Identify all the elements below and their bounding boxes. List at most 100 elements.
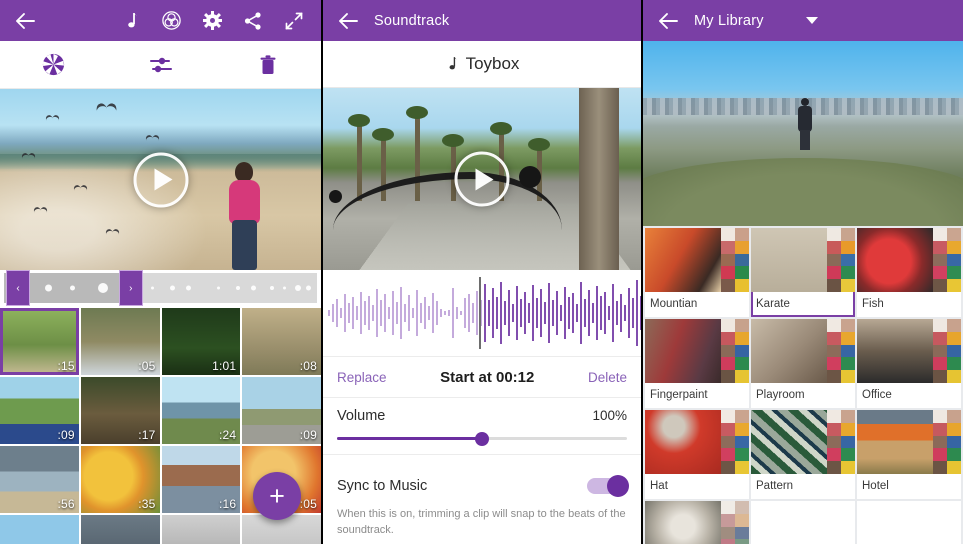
- volume-label: Volume: [337, 407, 386, 424]
- soundtrack-appbar: Soundtrack: [323, 0, 641, 41]
- library-hero-image[interactable]: [643, 41, 963, 226]
- clip-thumbnail[interactable]: [161, 515, 241, 544]
- library-thumbnail: [751, 228, 855, 292]
- clip-thumbnail[interactable]: [0, 515, 79, 544]
- clip-thumbnail[interactable]: [80, 515, 160, 544]
- delete-button[interactable]: Delete: [588, 370, 627, 385]
- audio-playhead[interactable]: [478, 277, 481, 349]
- library-item[interactable]: Hat: [645, 410, 749, 499]
- color-checker-icon: [721, 319, 749, 383]
- trash-icon[interactable]: [255, 52, 281, 78]
- clip-thumbnail[interactable]: :05: [80, 308, 160, 375]
- page-title: My Library: [694, 12, 764, 29]
- timeline-scrubber[interactable]: ‹ ›: [0, 270, 321, 306]
- editor-actions: [119, 10, 311, 32]
- color-checker-icon: [827, 410, 855, 474]
- bird-icon: [97, 103, 117, 114]
- color-wheel-icon[interactable]: [160, 10, 182, 32]
- video-preview[interactable]: [323, 88, 641, 270]
- library-item[interactable]: Mountian: [645, 228, 749, 317]
- audio-waveform[interactable]: [323, 270, 641, 356]
- clip-thumbnail[interactable]: :15: [0, 308, 79, 375]
- toggle-knob: [607, 475, 629, 497]
- library-item-label: Karate: [756, 298, 790, 310]
- library-item-label: Fingerpaint: [650, 389, 708, 401]
- library-thumbnail: [645, 410, 749, 474]
- expand-icon[interactable]: [283, 10, 305, 32]
- share-icon[interactable]: [242, 10, 264, 32]
- color-checker-icon: [933, 410, 961, 474]
- back-button[interactable]: [10, 6, 40, 36]
- clip-duration: :09: [57, 428, 75, 442]
- clip-thumbnail[interactable]: :24: [161, 377, 241, 444]
- sync-hint-text: When this is on, trimming a clip will sn…: [337, 508, 626, 536]
- sync-row: Sync to Music: [323, 465, 641, 507]
- clip-thumbnail[interactable]: :56: [0, 446, 79, 513]
- library-item-label: Playroom: [756, 389, 805, 401]
- music-note-icon: [449, 57, 457, 70]
- palm-tree-icon: [348, 113, 370, 201]
- panel-editor: ‹ › :15 :05 1:01 :08 :09 :17 :24 :09:56…: [0, 0, 321, 544]
- current-track[interactable]: Toybox: [323, 41, 641, 88]
- clip-duration: :24: [218, 428, 237, 442]
- play-button[interactable]: [133, 152, 188, 207]
- back-button[interactable]: [653, 6, 683, 36]
- clip-duration: :16: [218, 497, 237, 511]
- panel-soundtrack: Soundtrack Toybox Replace Start at 00:12…: [321, 0, 643, 544]
- clip-duration: :05: [138, 359, 156, 373]
- scrubber-track[interactable]: ‹ ›: [4, 271, 317, 305]
- library-thumbnail: [857, 228, 961, 292]
- scrubber-handle-left[interactable]: ‹: [7, 271, 29, 305]
- editor-subbar: [0, 41, 321, 89]
- scrubber-handle-right[interactable]: ›: [119, 271, 142, 305]
- clip-thumbnail[interactable]: :09: [0, 377, 79, 444]
- add-media-button[interactable]: +: [253, 472, 301, 520]
- video-preview[interactable]: [0, 89, 321, 270]
- library-item[interactable]: [645, 501, 749, 544]
- panel-library: My Library Mountian Karate Fish Fingerpa…: [643, 0, 963, 544]
- library-thumbnail: [645, 319, 749, 383]
- clip-thumbnail[interactable]: 1:01: [161, 308, 241, 375]
- gear-icon[interactable]: [201, 10, 223, 32]
- clip-duration: :09: [299, 428, 317, 442]
- play-button[interactable]: [454, 151, 510, 207]
- clip-thumbnail[interactable]: :16: [161, 446, 241, 513]
- library-item[interactable]: Hotel: [857, 410, 961, 499]
- sliders-icon[interactable]: [148, 52, 174, 78]
- sync-to-music-label: Sync to Music: [337, 478, 428, 494]
- library-item[interactable]: Fingerpaint: [645, 319, 749, 408]
- color-checker-icon: [827, 319, 855, 383]
- library-thumbnail: [645, 501, 749, 544]
- clip-thumbnail[interactable]: :17: [80, 377, 160, 444]
- clip-duration: :35: [138, 497, 156, 511]
- sync-to-music-toggle[interactable]: [587, 475, 629, 497]
- color-checker-icon: [721, 228, 749, 292]
- arrow-left-icon: [659, 12, 678, 29]
- library-item[interactable]: Karate: [751, 228, 855, 317]
- library-thumbnail: [751, 410, 855, 474]
- back-button[interactable]: [333, 6, 363, 36]
- clip-thumbnail[interactable]: :08: [242, 308, 321, 375]
- volume-slider-wrap: [323, 431, 641, 455]
- bird-icon: [34, 207, 47, 214]
- aperture-icon[interactable]: [41, 52, 67, 78]
- library-item[interactable]: Office: [857, 319, 961, 408]
- clip-thumbnail[interactable]: :35: [80, 446, 160, 513]
- volume-slider-knob[interactable]: [475, 431, 489, 446]
- bird-icon: [146, 135, 159, 142]
- hero-subject: [797, 98, 813, 151]
- color-checker-icon: [721, 410, 749, 474]
- library-item[interactable]: Fish: [857, 228, 961, 317]
- volume-row: Volume 100%: [323, 397, 641, 433]
- tree-trunk: [579, 88, 619, 270]
- library-item[interactable]: Playroom: [751, 319, 855, 408]
- library-item[interactable]: Pattern: [751, 410, 855, 499]
- arrow-left-icon: [339, 12, 358, 29]
- library-item-label: Fish: [862, 298, 884, 310]
- clip-thumbnail[interactable]: :09: [242, 377, 321, 444]
- replace-button[interactable]: Replace: [337, 370, 387, 385]
- music-note-icon[interactable]: [119, 10, 141, 32]
- volume-slider[interactable]: [337, 431, 627, 446]
- chevron-down-icon[interactable]: [805, 12, 818, 30]
- color-checker-icon: [933, 228, 961, 292]
